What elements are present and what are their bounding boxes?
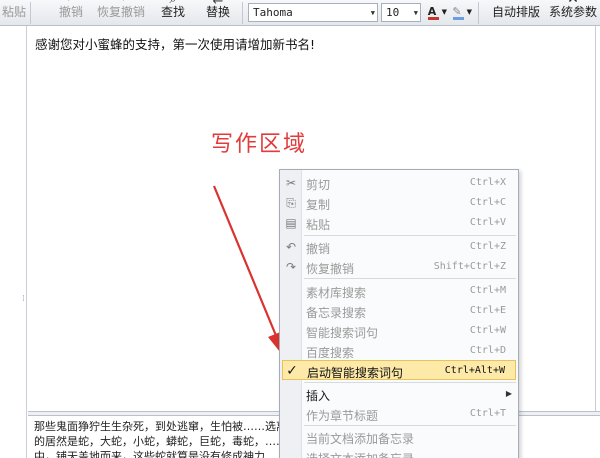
menu-item-label: 百度搜索 bbox=[306, 346, 355, 360]
paste-button-label: 粘贴 bbox=[1, 5, 26, 19]
font-family-value: Tahoma bbox=[253, 6, 293, 19]
wrench-icon: ✕ bbox=[567, 0, 579, 6]
highlighter-icon: ✎ bbox=[452, 4, 462, 18]
menu-item-paste[interactable]: ▤ 粘贴 Ctrl+V bbox=[280, 213, 518, 233]
font-family-select[interactable]: Tahoma ▼ bbox=[248, 3, 378, 22]
check-icon: ✓ bbox=[286, 363, 298, 379]
menu-item-shortcut: Shift+Ctrl+Z bbox=[433, 261, 506, 272]
text-color-icon: A bbox=[427, 4, 437, 18]
menu-separator bbox=[304, 382, 516, 383]
menu-item-label: 启动智能搜索词句 bbox=[307, 366, 404, 380]
menu-item-label: 剪切 bbox=[306, 178, 331, 192]
undo-button[interactable]: ↶ 撤销 bbox=[55, 0, 87, 25]
font-size-select[interactable]: 10 ▼ bbox=[381, 3, 421, 22]
editor-right-border bbox=[595, 26, 596, 416]
panel-resize-handle[interactable]: ⁞ bbox=[22, 294, 25, 304]
context-menu: ✂ 剪切 Ctrl+X ⎘ 复制 Ctrl+C ▤ 粘贴 Ctrl+V ↶ 撤销… bbox=[279, 169, 519, 458]
menu-separator bbox=[304, 425, 516, 426]
chevron-right-icon: ▶ bbox=[505, 389, 512, 398]
menu-item-cut[interactable]: ✂ 剪切 Ctrl+X bbox=[280, 173, 518, 193]
toolbar-separator bbox=[478, 2, 479, 24]
chevron-down-icon: ▼ bbox=[441, 8, 447, 16]
menu-item-copy[interactable]: ⎘ 复制 Ctrl+C bbox=[280, 193, 518, 213]
toolbar-separator bbox=[242, 2, 243, 24]
undo-icon: ↶ bbox=[66, 0, 77, 6]
menu-item-shortcut: Ctrl+X bbox=[469, 177, 506, 188]
toolbar: 粘贴 ↶ 撤销 ↷ 恢复撤销 ⌕ 查找 ⇄ 替换 Tahoma ▼ 10 ▼ A… bbox=[0, 0, 600, 26]
menu-item-shortcut: Ctrl+Alt+W bbox=[444, 365, 505, 376]
replace-button[interactable]: ⇄ 替换 bbox=[203, 0, 233, 25]
menu-item-add-doc-memo[interactable]: 当前文档添加备忘录 bbox=[280, 427, 518, 447]
menu-item-enable-smart-search[interactable]: ✓ 启动智能搜索词句 Ctrl+Alt+W bbox=[282, 360, 516, 380]
menu-item-memo-search[interactable]: 备忘录搜索 Ctrl+E bbox=[280, 301, 518, 321]
scissors-icon: ✂ bbox=[285, 176, 297, 190]
menu-item-label: 素材库搜索 bbox=[306, 286, 367, 300]
welcome-message: 感谢您对小蜜蜂的支持，第一次使用请增加新书名! bbox=[35, 37, 316, 52]
reference-text-line: 中，铺天盖地而来，这些蛇就算是没有修成神力…… bbox=[34, 450, 287, 458]
redo-button[interactable]: ↷ 恢复撤销 bbox=[94, 0, 148, 25]
font-size-value: 10 bbox=[386, 6, 400, 19]
redo-icon: ↷ bbox=[116, 0, 127, 6]
highlight-color-button[interactable]: ✎ ▼ bbox=[449, 3, 473, 22]
highlight-color-swatch bbox=[453, 17, 464, 20]
menu-item-label: 作为章节标题 bbox=[306, 409, 379, 423]
redo-icon: ↷ bbox=[285, 260, 297, 274]
menu-item-add-selection-memo[interactable]: 选择文本添加备忘录 bbox=[280, 447, 518, 458]
menu-item-material-search[interactable]: 素材库搜索 Ctrl+M bbox=[280, 281, 518, 301]
menu-item-shortcut: Ctrl+Z bbox=[469, 241, 506, 252]
menu-item-smart-search[interactable]: 智能搜索词句 Ctrl+W bbox=[280, 321, 518, 341]
menu-item-label: 当前文档添加备忘录 bbox=[306, 432, 415, 446]
menu-item-undo[interactable]: ↶ 撤销 Ctrl+Z bbox=[280, 237, 518, 257]
menu-item-shortcut: Ctrl+D bbox=[469, 345, 506, 356]
menu-item-label: 备忘录搜索 bbox=[306, 306, 367, 320]
menu-item-label: 撤销 bbox=[306, 242, 331, 256]
menu-item-label: 粘贴 bbox=[306, 218, 331, 232]
menu-item-label: 插入 bbox=[306, 389, 331, 403]
menu-item-shortcut: Ctrl+M bbox=[469, 285, 506, 296]
search-icon: ⌕ bbox=[169, 0, 176, 6]
undo-icon: ↶ bbox=[285, 240, 297, 254]
menu-item-insert[interactable]: 插入 ▶ bbox=[280, 384, 518, 404]
find-button[interactable]: ⌕ 查找 bbox=[158, 0, 188, 25]
writing-area-annotation: 写作区域 bbox=[211, 132, 308, 157]
replace-icon: ⇄ bbox=[213, 0, 224, 6]
menu-item-label: 复制 bbox=[306, 198, 331, 212]
menu-item-as-chapter-title[interactable]: 作为章节标题 Ctrl+T bbox=[280, 404, 518, 424]
text-color-button[interactable]: A ▼ bbox=[424, 3, 448, 22]
system-params-button[interactable]: ✕ 系统参数 bbox=[546, 0, 600, 25]
menu-separator bbox=[304, 278, 516, 279]
menu-item-shortcut: Ctrl+T bbox=[469, 408, 506, 419]
chevron-down-icon: ▼ bbox=[370, 9, 375, 17]
text-color-swatch bbox=[428, 17, 439, 20]
auto-format-label: 自动排版 bbox=[491, 5, 540, 19]
paste-button[interactable]: 粘贴 bbox=[0, 0, 28, 25]
chevron-down-icon: ▼ bbox=[466, 8, 472, 16]
menu-item-shortcut: Ctrl+W bbox=[469, 325, 506, 336]
menu-item-label: 恢复撤销 bbox=[306, 262, 355, 276]
copy-icon: ⎘ bbox=[286, 196, 296, 210]
menu-item-shortcut: Ctrl+V bbox=[469, 217, 506, 228]
menu-separator bbox=[304, 235, 516, 236]
left-panel-edge: ⁞ bbox=[0, 26, 27, 458]
paste-icon: ▤ bbox=[285, 216, 297, 230]
chevron-down-icon: ▼ bbox=[413, 9, 418, 17]
menu-item-label: 选择文本添加备忘录 bbox=[306, 450, 414, 458]
toolbar-separator bbox=[30, 2, 31, 24]
menu-item-redo[interactable]: ↷ 恢复撤销 Shift+Ctrl+Z bbox=[280, 257, 518, 277]
menu-item-baidu-search[interactable]: 百度搜索 Ctrl+D bbox=[280, 341, 518, 361]
menu-item-label: 智能搜索词句 bbox=[306, 326, 379, 340]
menu-item-shortcut: Ctrl+C bbox=[469, 197, 506, 208]
auto-format-button[interactable]: 自动排版 bbox=[489, 0, 543, 25]
menu-item-shortcut: Ctrl+E bbox=[469, 305, 506, 316]
